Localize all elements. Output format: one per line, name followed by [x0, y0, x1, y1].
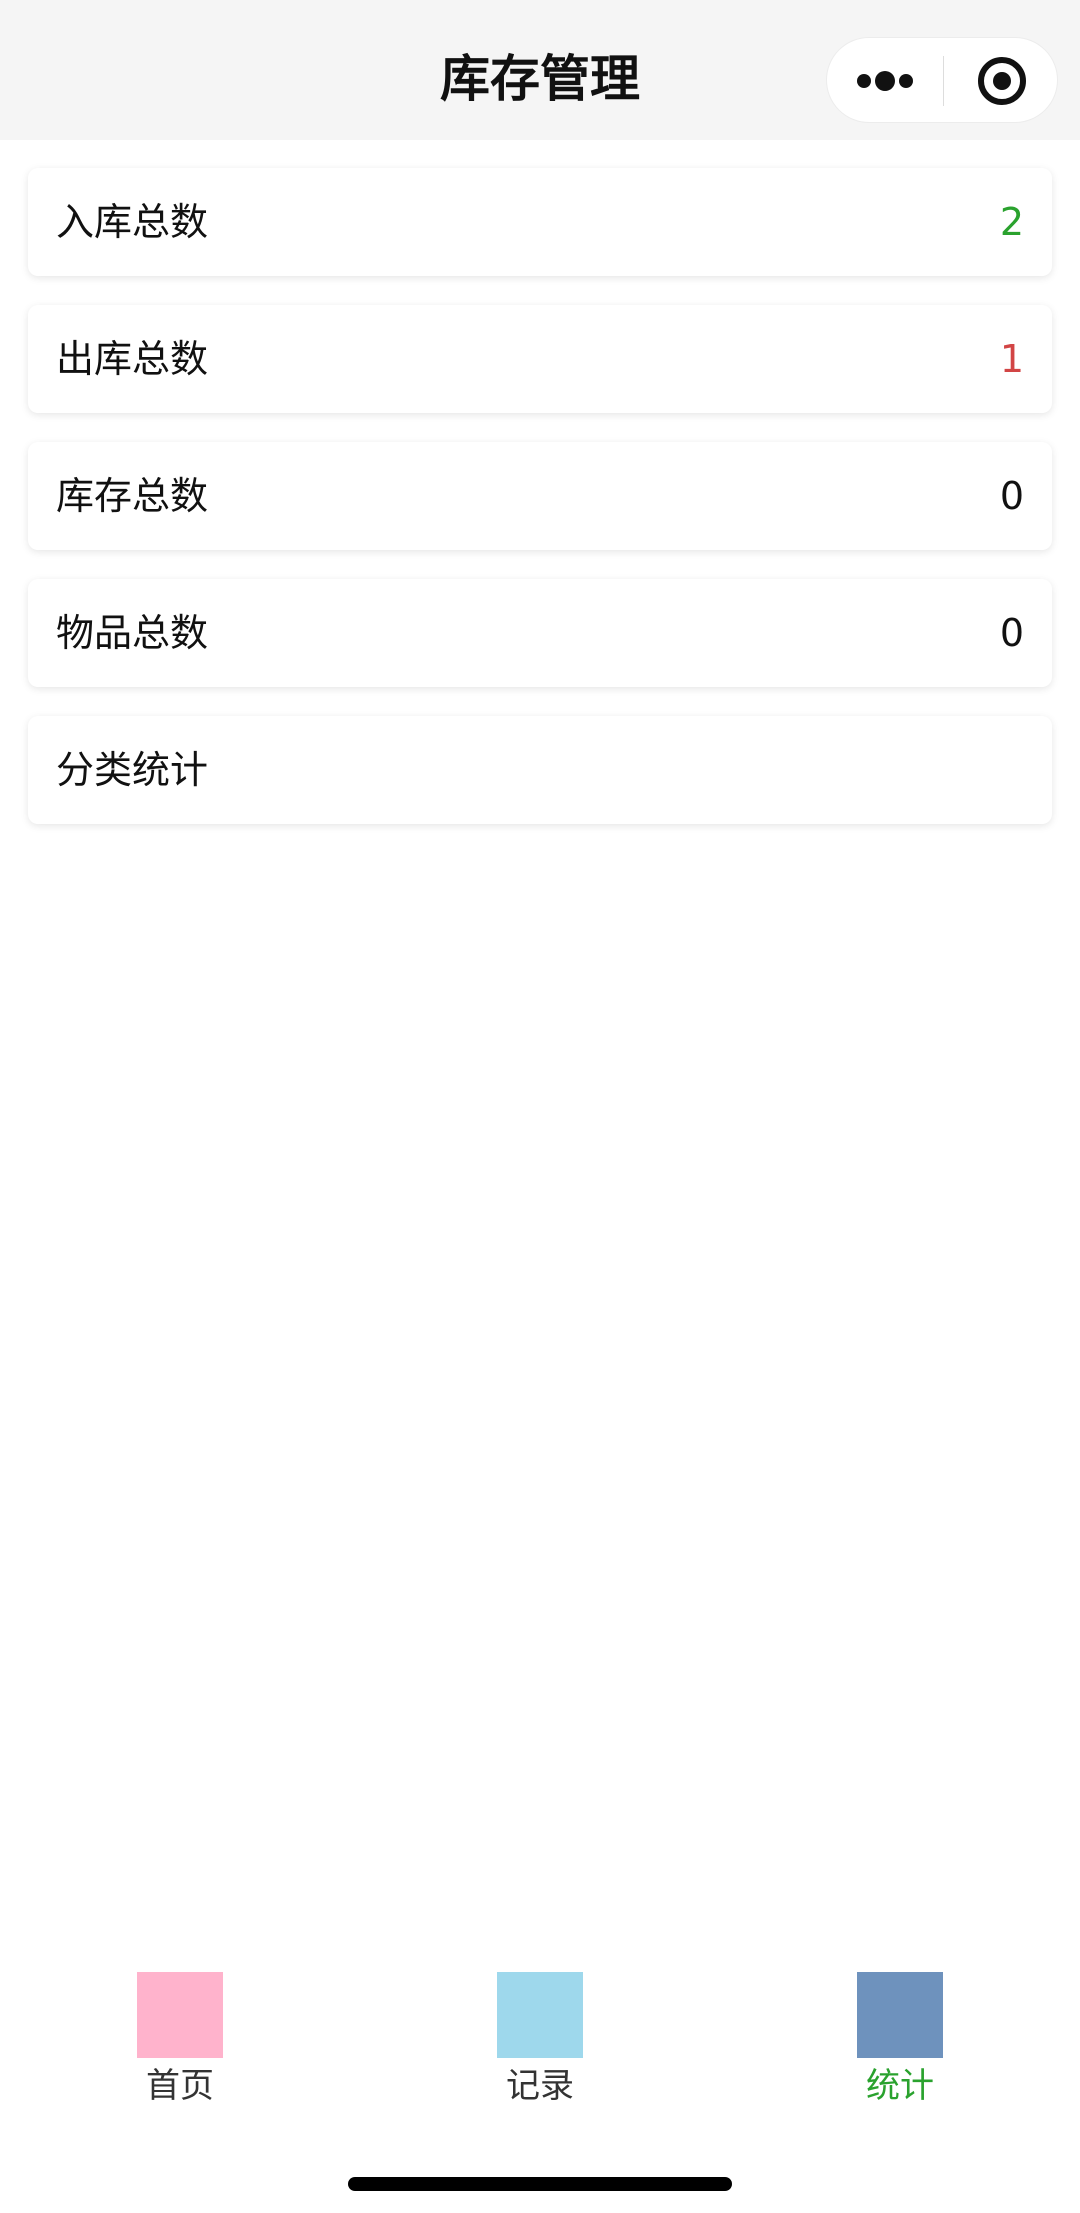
more-button[interactable] [827, 38, 943, 124]
stat-value: 2 [999, 200, 1024, 244]
tab-label: 记录 [506, 2066, 574, 2106]
tab-bar: 首页 记录 统计 [0, 1960, 1080, 2120]
stat-value: 1 [999, 337, 1024, 381]
tab-label: 首页 [146, 2066, 214, 2106]
records-icon [497, 1972, 583, 2058]
tab-statistics[interactable]: 统计 [780, 1960, 1020, 2120]
stat-card-category-stats[interactable]: 分类统计 [28, 716, 1052, 824]
stat-label: 出库总数 [56, 337, 209, 381]
stat-card-inbound-total[interactable]: 入库总数 2 [28, 168, 1052, 276]
stat-card-stock-total[interactable]: 库存总数 0 [28, 442, 1052, 550]
stat-card-outbound-total[interactable]: 出库总数 1 [28, 305, 1052, 413]
stat-label: 分类统计 [56, 748, 209, 792]
tab-label: 统计 [866, 2066, 934, 2106]
stat-label: 物品总数 [56, 611, 209, 655]
stat-card-item-total[interactable]: 物品总数 0 [28, 579, 1052, 687]
statistics-icon [857, 1972, 943, 2058]
tab-records[interactable]: 记录 [420, 1960, 660, 2120]
stats-list: 入库总数 2 出库总数 1 库存总数 0 物品总数 0 分类统计 [28, 168, 1052, 853]
stat-label: 入库总数 [56, 200, 209, 244]
stat-label: 库存总数 [56, 474, 209, 518]
nav-bar: 库存管理 [0, 0, 1080, 140]
close-button[interactable] [944, 38, 1059, 124]
mini-program-capsule [826, 37, 1058, 123]
stat-value: 0 [999, 611, 1024, 655]
target-circle-icon [978, 57, 1026, 105]
home-icon [137, 1972, 223, 2058]
tab-home[interactable]: 首页 [60, 1960, 300, 2120]
more-dots-icon [857, 71, 913, 91]
home-indicator [348, 2177, 732, 2191]
stat-value: 0 [999, 474, 1024, 518]
